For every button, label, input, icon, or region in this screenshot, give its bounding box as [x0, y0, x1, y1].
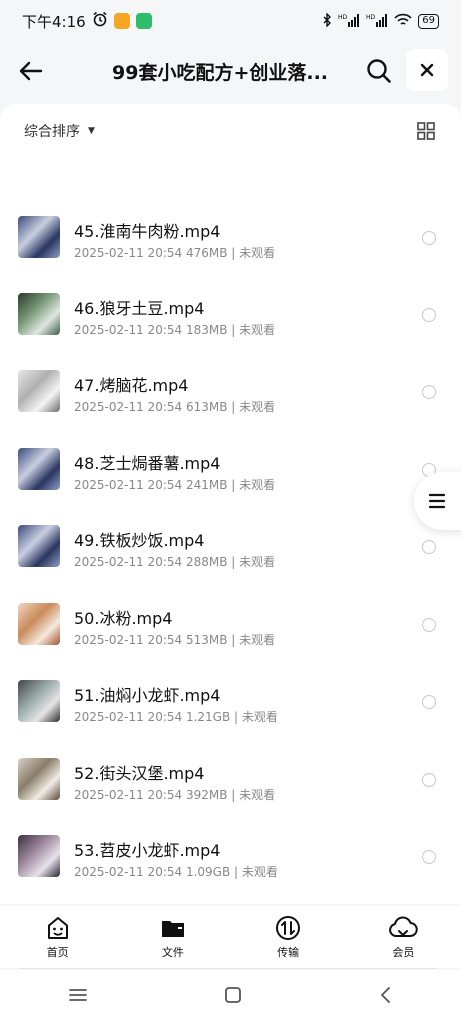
- tab-label: 首页: [46, 946, 69, 959]
- signal-icon-2: HD: [366, 13, 388, 30]
- battery-indicator: 69: [418, 13, 439, 29]
- sort-bar: 综合排序 ▼: [0, 104, 461, 158]
- alarm-icon: [92, 11, 108, 31]
- tab-vip[interactable]: 会员: [346, 906, 461, 968]
- select-radio[interactable]: [422, 540, 436, 554]
- back-arrow-icon: [19, 61, 43, 81]
- home-nav-button[interactable]: [224, 986, 242, 1008]
- file-name: 48.芝士焗番薯.mp4: [74, 454, 221, 473]
- tab-transfer[interactable]: 传输: [231, 906, 346, 968]
- video-thumbnail: [18, 835, 60, 877]
- grid-view-button[interactable]: [415, 120, 437, 142]
- list-item[interactable]: 50.冰粉.mp4 2025-02-11 20:54 513MB | 未观看: [0, 585, 461, 663]
- signal-icon-1: HD: [338, 13, 360, 30]
- list-item[interactable]: 51.油焖小龙虾.mp4 2025-02-11 20:54 1.21GB | 未…: [0, 662, 461, 740]
- close-icon: [420, 63, 434, 77]
- back-button[interactable]: [14, 54, 48, 88]
- home-icon: [47, 917, 68, 939]
- video-thumbnail: [18, 758, 60, 800]
- tab-label: 传输: [277, 946, 300, 959]
- file-name: 53.苕皮小龙虾.mp4: [74, 841, 221, 860]
- menu-icon: [428, 493, 446, 509]
- video-thumbnail: [18, 370, 60, 412]
- status-time: 下午4:16: [22, 12, 86, 31]
- file-name: 51.油焖小龙虾.mp4: [74, 686, 221, 705]
- cloud-icon: [389, 916, 419, 938]
- search-icon: [367, 59, 391, 83]
- video-thumbnail: [18, 216, 60, 258]
- file-meta: 2025-02-11 20:54 1.21GB | 未观看: [74, 710, 278, 724]
- file-name: 47.烤脑花.mp4: [74, 376, 189, 395]
- list-item[interactable]: 46.狼牙土豆.mp4 2025-02-11 20:54 183MB | 未观看: [0, 275, 461, 353]
- select-radio[interactable]: [422, 695, 436, 709]
- file-name: 50.冰粉.mp4: [74, 609, 173, 628]
- select-radio[interactable]: [422, 231, 436, 245]
- file-meta: 2025-02-11 20:54 1.09GB | 未观看: [74, 865, 278, 879]
- video-thumbnail: [18, 680, 60, 722]
- system-nav-bar: [0, 970, 461, 1024]
- sort-dropdown-label[interactable]: 综合排序: [24, 121, 80, 141]
- file-meta: 2025-02-11 20:54 392MB | 未观看: [74, 788, 276, 802]
- bluetooth-icon: [322, 11, 332, 30]
- file-meta: 2025-02-11 20:54 241MB | 未观看: [74, 478, 276, 492]
- select-radio[interactable]: [422, 308, 436, 322]
- select-radio[interactable]: [422, 618, 436, 632]
- list-item[interactable]: 47.烤脑花.mp4 2025-02-11 20:54 613MB | 未观看: [0, 352, 461, 430]
- list-item[interactable]: 53.苕皮小龙虾.mp4 2025-02-11 20:54 1.09GB | 未…: [0, 817, 461, 895]
- file-name: 49.铁板炒饭.mp4: [74, 531, 205, 550]
- file-meta: 2025-02-11 20:54 613MB | 未观看: [74, 400, 276, 414]
- file-meta: 2025-02-11 20:54 476MB | 未观看: [74, 246, 276, 260]
- svg-text:HD: HD: [366, 14, 376, 21]
- file-meta: 2025-02-11 20:54 183MB | 未观看: [74, 323, 276, 337]
- notes-app-icon: [113, 13, 130, 29]
- file-name: 52.街头汉堡.mp4: [74, 764, 205, 783]
- caret-down-icon[interactable]: ▼: [88, 126, 95, 136]
- wifi-icon: [394, 13, 412, 30]
- bottom-tab-bar: 首页 文件 传输 会员: [0, 906, 461, 968]
- tab-files[interactable]: 文件: [115, 906, 230, 968]
- menu-lines-icon: [69, 989, 88, 1001]
- video-thumbnail: [18, 525, 60, 567]
- select-radio[interactable]: [422, 850, 436, 864]
- select-radio[interactable]: [422, 385, 436, 399]
- status-bar: 下午4:16 HD HD 69: [0, 0, 461, 42]
- folder-icon: [161, 921, 184, 937]
- tab-home[interactable]: 首页: [0, 906, 115, 968]
- page-title: 99套小吃配方+创业落...: [112, 62, 329, 84]
- list-item[interactable]: 52.街头汉堡.mp4 2025-02-11 20:54 392MB | 未观看: [0, 740, 461, 818]
- tab-label: 会员: [392, 946, 415, 959]
- video-thumbnail: [18, 293, 60, 335]
- close-button[interactable]: [406, 49, 448, 91]
- transfer-icon: [276, 916, 301, 940]
- list-item[interactable]: 49.铁板炒饭.mp4 2025-02-11 20:54 288MB | 未观看: [0, 507, 461, 585]
- square-icon: [225, 987, 242, 1003]
- video-thumbnail: [18, 603, 60, 645]
- money-app-icon: [135, 13, 152, 29]
- header: 99套小吃配方+创业落...: [0, 42, 461, 98]
- file-name: 46.狼牙土豆.mp4: [74, 299, 205, 318]
- back-nav-button[interactable]: [379, 986, 393, 1008]
- file-meta: 2025-02-11 20:54 513MB | 未观看: [74, 633, 276, 647]
- svg-text:HD: HD: [338, 14, 348, 21]
- search-button[interactable]: [362, 54, 396, 88]
- select-radio[interactable]: [422, 773, 436, 787]
- recent-apps-button[interactable]: [68, 987, 88, 1007]
- tab-label: 文件: [161, 946, 184, 959]
- file-meta: 2025-02-11 20:54 288MB | 未观看: [74, 555, 276, 569]
- list-item[interactable]: 48.芝士焗番薯.mp4 2025-02-11 20:54 241MB | 未观…: [0, 430, 461, 508]
- grid-icon: [417, 122, 435, 140]
- file-name: 45.淮南牛肉粉.mp4: [74, 222, 221, 241]
- video-thumbnail: [18, 448, 60, 490]
- list-item[interactable]: 45.淮南牛肉粉.mp4 2025-02-11 20:54 476MB | 未观…: [0, 198, 461, 276]
- chevron-left-icon: [380, 987, 390, 1003]
- file-list-sheet: 综合排序 ▼ 45.淮南牛肉粉.mp4 2025-02-11 20:54 476…: [0, 104, 461, 904]
- divider: [18, 968, 438, 969]
